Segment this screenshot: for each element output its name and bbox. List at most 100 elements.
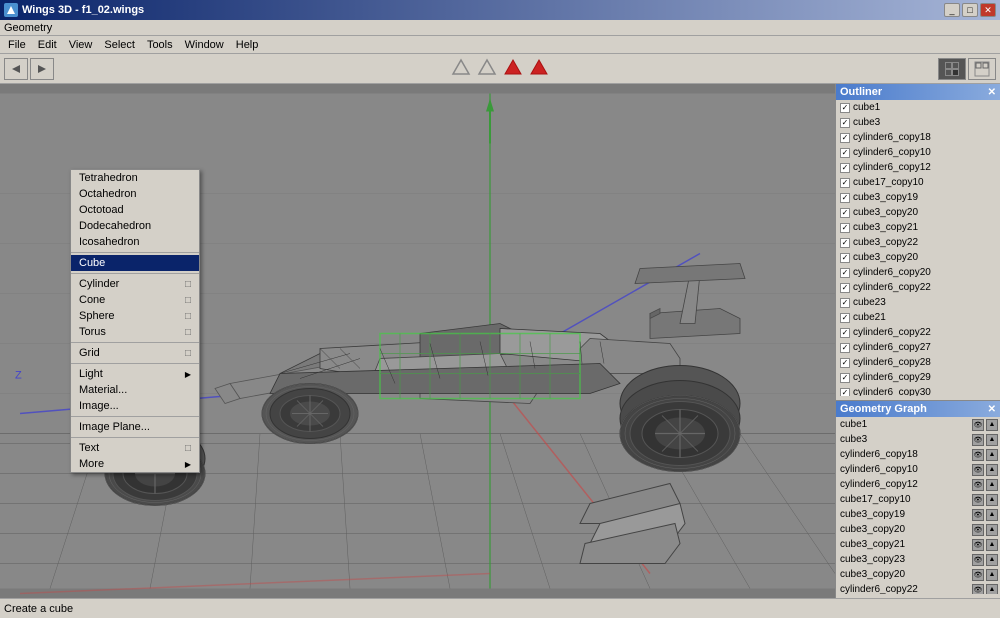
geo-eye-btn-c3c20[interactable]: 👁 bbox=[972, 524, 984, 536]
menu-help[interactable]: Help bbox=[230, 37, 265, 53]
geo-eye-btn-cyl10[interactable]: 👁 bbox=[972, 464, 984, 476]
menu-tools[interactable]: Tools bbox=[141, 37, 179, 53]
outliner-check-cyl18[interactable] bbox=[840, 133, 850, 143]
geo-up-btn-c3c20b[interactable]: ▲ bbox=[986, 569, 998, 581]
ctx-sphere[interactable]: Sphere □ bbox=[71, 308, 199, 324]
tri-outline-up2-icon[interactable] bbox=[477, 58, 497, 79]
geo-up-btn-cyl10[interactable]: ▲ bbox=[986, 464, 998, 476]
menu-file[interactable]: File bbox=[2, 37, 32, 53]
menu-window[interactable]: Window bbox=[179, 37, 230, 53]
outliner-item-cyl27[interactable]: cylinder6_copy27 bbox=[836, 340, 1000, 355]
toolbar-back-button[interactable] bbox=[4, 58, 28, 80]
tri-red-up2-icon[interactable] bbox=[529, 58, 549, 79]
geo-item-cyl18[interactable]: cylinder6_copy18 👁 ▲ bbox=[836, 447, 1000, 462]
outliner-check-cube3c21[interactable] bbox=[840, 223, 850, 233]
outliner-check-cyl22[interactable] bbox=[840, 283, 850, 293]
geo-eye-btn-cyl18[interactable]: 👁 bbox=[972, 449, 984, 461]
outliner-item-cube17c10[interactable]: cube17_copy10 bbox=[836, 175, 1000, 190]
menu-view[interactable]: View bbox=[63, 37, 99, 53]
outliner-check-cube17c10[interactable] bbox=[840, 178, 850, 188]
outliner-item-cube3c20[interactable]: cube3_copy20 bbox=[836, 205, 1000, 220]
outliner-check-cube1[interactable] bbox=[840, 103, 850, 113]
geo-graph-close-button[interactable]: ✕ bbox=[988, 404, 996, 415]
outliner-check-cube3c20[interactable] bbox=[840, 208, 850, 218]
geo-item-cube3c23[interactable]: cube3_copy23 👁 ▲ bbox=[836, 552, 1000, 567]
geo-eye-btn-c3c23[interactable]: 👁 bbox=[972, 554, 984, 566]
outliner-item-cube3c20b[interactable]: cube3_copy20 bbox=[836, 250, 1000, 265]
ctx-octahedron[interactable]: Octahedron bbox=[71, 186, 199, 202]
toolbar-forward-button[interactable] bbox=[30, 58, 54, 80]
outliner-item-cyl30[interactable]: cylinder6_copy30 bbox=[836, 385, 1000, 396]
viewport-3d[interactable]: Z Tetrahedron Octahedron Octotoad Dodeca… bbox=[0, 84, 835, 598]
geo-up-btn-c17c10[interactable]: ▲ bbox=[986, 494, 998, 506]
outliner-item-cube3c22[interactable]: cube3_copy22 bbox=[836, 235, 1000, 250]
outliner-item-cube23[interactable]: cube23 bbox=[836, 295, 1000, 310]
outliner-check-cyl12[interactable] bbox=[840, 163, 850, 173]
geo-up-btn-c3c23[interactable]: ▲ bbox=[986, 554, 998, 566]
geo-eye-btn-cyl22[interactable]: 👁 bbox=[972, 584, 984, 595]
outliner-check-cyl30[interactable] bbox=[840, 388, 850, 397]
geo-up-btn-c3c20[interactable]: ▲ bbox=[986, 524, 998, 536]
geo-item-cube3[interactable]: cube3 👁 ▲ bbox=[836, 432, 1000, 447]
outliner-item-cyl10[interactable]: cylinder6_copy10 bbox=[836, 145, 1000, 160]
view-mode-button2[interactable] bbox=[968, 58, 996, 80]
outliner-check-cyl29[interactable] bbox=[840, 373, 850, 383]
outliner-close-button[interactable]: ✕ bbox=[988, 87, 996, 98]
maximize-button[interactable]: □ bbox=[962, 3, 978, 17]
tri-outline-up-icon[interactable] bbox=[451, 58, 471, 79]
geo-item-cube3c20b[interactable]: cube3_copy20 👁 ▲ bbox=[836, 567, 1000, 582]
geo-eye-btn-c3c19[interactable]: 👁 bbox=[972, 509, 984, 521]
geo-eye-btn-c3c20b[interactable]: 👁 bbox=[972, 569, 984, 581]
outliner-item-cube21[interactable]: cube21 bbox=[836, 310, 1000, 325]
ctx-more[interactable]: More bbox=[71, 456, 199, 472]
title-bar-buttons[interactable]: _ □ ✕ bbox=[944, 3, 996, 17]
outliner-item-cube3c21[interactable]: cube3_copy21 bbox=[836, 220, 1000, 235]
outliner-check-cube3c20b[interactable] bbox=[840, 253, 850, 263]
close-button[interactable]: ✕ bbox=[980, 3, 996, 17]
geo-item-cube3c21[interactable]: cube3_copy21 👁 ▲ bbox=[836, 537, 1000, 552]
ctx-icosahedron[interactable]: Icosahedron bbox=[71, 234, 199, 250]
outliner-check-cyl28[interactable] bbox=[840, 358, 850, 368]
geo-up-btn-cyl12[interactable]: ▲ bbox=[986, 479, 998, 491]
geo-eye-btn-c3c21[interactable]: 👁 bbox=[972, 539, 984, 551]
geo-item-cyl12[interactable]: cylinder6_copy12 👁 ▲ bbox=[836, 477, 1000, 492]
outliner-check-cyl10[interactable] bbox=[840, 148, 850, 158]
ctx-text[interactable]: Text □ bbox=[71, 440, 199, 456]
geo-up-btn-c3c21[interactable]: ▲ bbox=[986, 539, 998, 551]
outliner-item-cube1[interactable]: cube1 bbox=[836, 100, 1000, 115]
minimize-button[interactable]: _ bbox=[944, 3, 960, 17]
outliner-check-cyl27[interactable] bbox=[840, 343, 850, 353]
outliner-check-cube23[interactable] bbox=[840, 298, 850, 308]
geo-up-btn-cube1[interactable]: ▲ bbox=[986, 419, 998, 431]
outliner-item-cube3[interactable]: cube3 bbox=[836, 115, 1000, 130]
outliner-check-cyl20[interactable] bbox=[840, 268, 850, 278]
outliner-item-cyl28[interactable]: cylinder6_copy28 bbox=[836, 355, 1000, 370]
outliner-item-cyl22[interactable]: cylinder6_copy22 bbox=[836, 280, 1000, 295]
outliner-item-cyl29[interactable]: cylinder6_copy29 bbox=[836, 370, 1000, 385]
outliner-check-cube3[interactable] bbox=[840, 118, 850, 128]
context-menu[interactable]: Tetrahedron Octahedron Octotoad Dodecahe… bbox=[70, 169, 200, 473]
ctx-grid[interactable]: Grid □ bbox=[71, 345, 199, 361]
outliner-check-cyl22b[interactable] bbox=[840, 328, 850, 338]
ctx-image[interactable]: Image... bbox=[71, 398, 199, 414]
geo-up-btn-cyl22[interactable]: ▲ bbox=[986, 584, 998, 595]
geo-up-btn-cube3[interactable]: ▲ bbox=[986, 434, 998, 446]
ctx-cylinder[interactable]: Cylinder □ bbox=[71, 276, 199, 292]
outliner-check-cube3c19[interactable] bbox=[840, 193, 850, 203]
view-mode-button1[interactable] bbox=[938, 58, 966, 80]
ctx-octotoad[interactable]: Octotoad bbox=[71, 202, 199, 218]
geo-eye-btn-cyl12[interactable]: 👁 bbox=[972, 479, 984, 491]
ctx-torus[interactable]: Torus □ bbox=[71, 324, 199, 340]
outliner-item-cyl12[interactable]: cylinder6_copy12 bbox=[836, 160, 1000, 175]
geo-item-cube3c19[interactable]: cube3_copy19 👁 ▲ bbox=[836, 507, 1000, 522]
ctx-image-plane[interactable]: Image Plane... bbox=[71, 419, 199, 435]
geo-up-btn-c3c19[interactable]: ▲ bbox=[986, 509, 998, 521]
geo-item-cube3c20[interactable]: cube3_copy20 👁 ▲ bbox=[836, 522, 1000, 537]
geo-eye-btn-cube3[interactable]: 👁 bbox=[972, 434, 984, 446]
outliner-item-cyl22b[interactable]: cylinder6_copy22 bbox=[836, 325, 1000, 340]
ctx-light[interactable]: Light bbox=[71, 366, 199, 382]
ctx-cube[interactable]: Cube bbox=[71, 255, 199, 271]
outliner-item-cyl20[interactable]: cylinder6_copy20 bbox=[836, 265, 1000, 280]
ctx-material[interactable]: Material... bbox=[71, 382, 199, 398]
menu-select[interactable]: Select bbox=[98, 37, 141, 53]
